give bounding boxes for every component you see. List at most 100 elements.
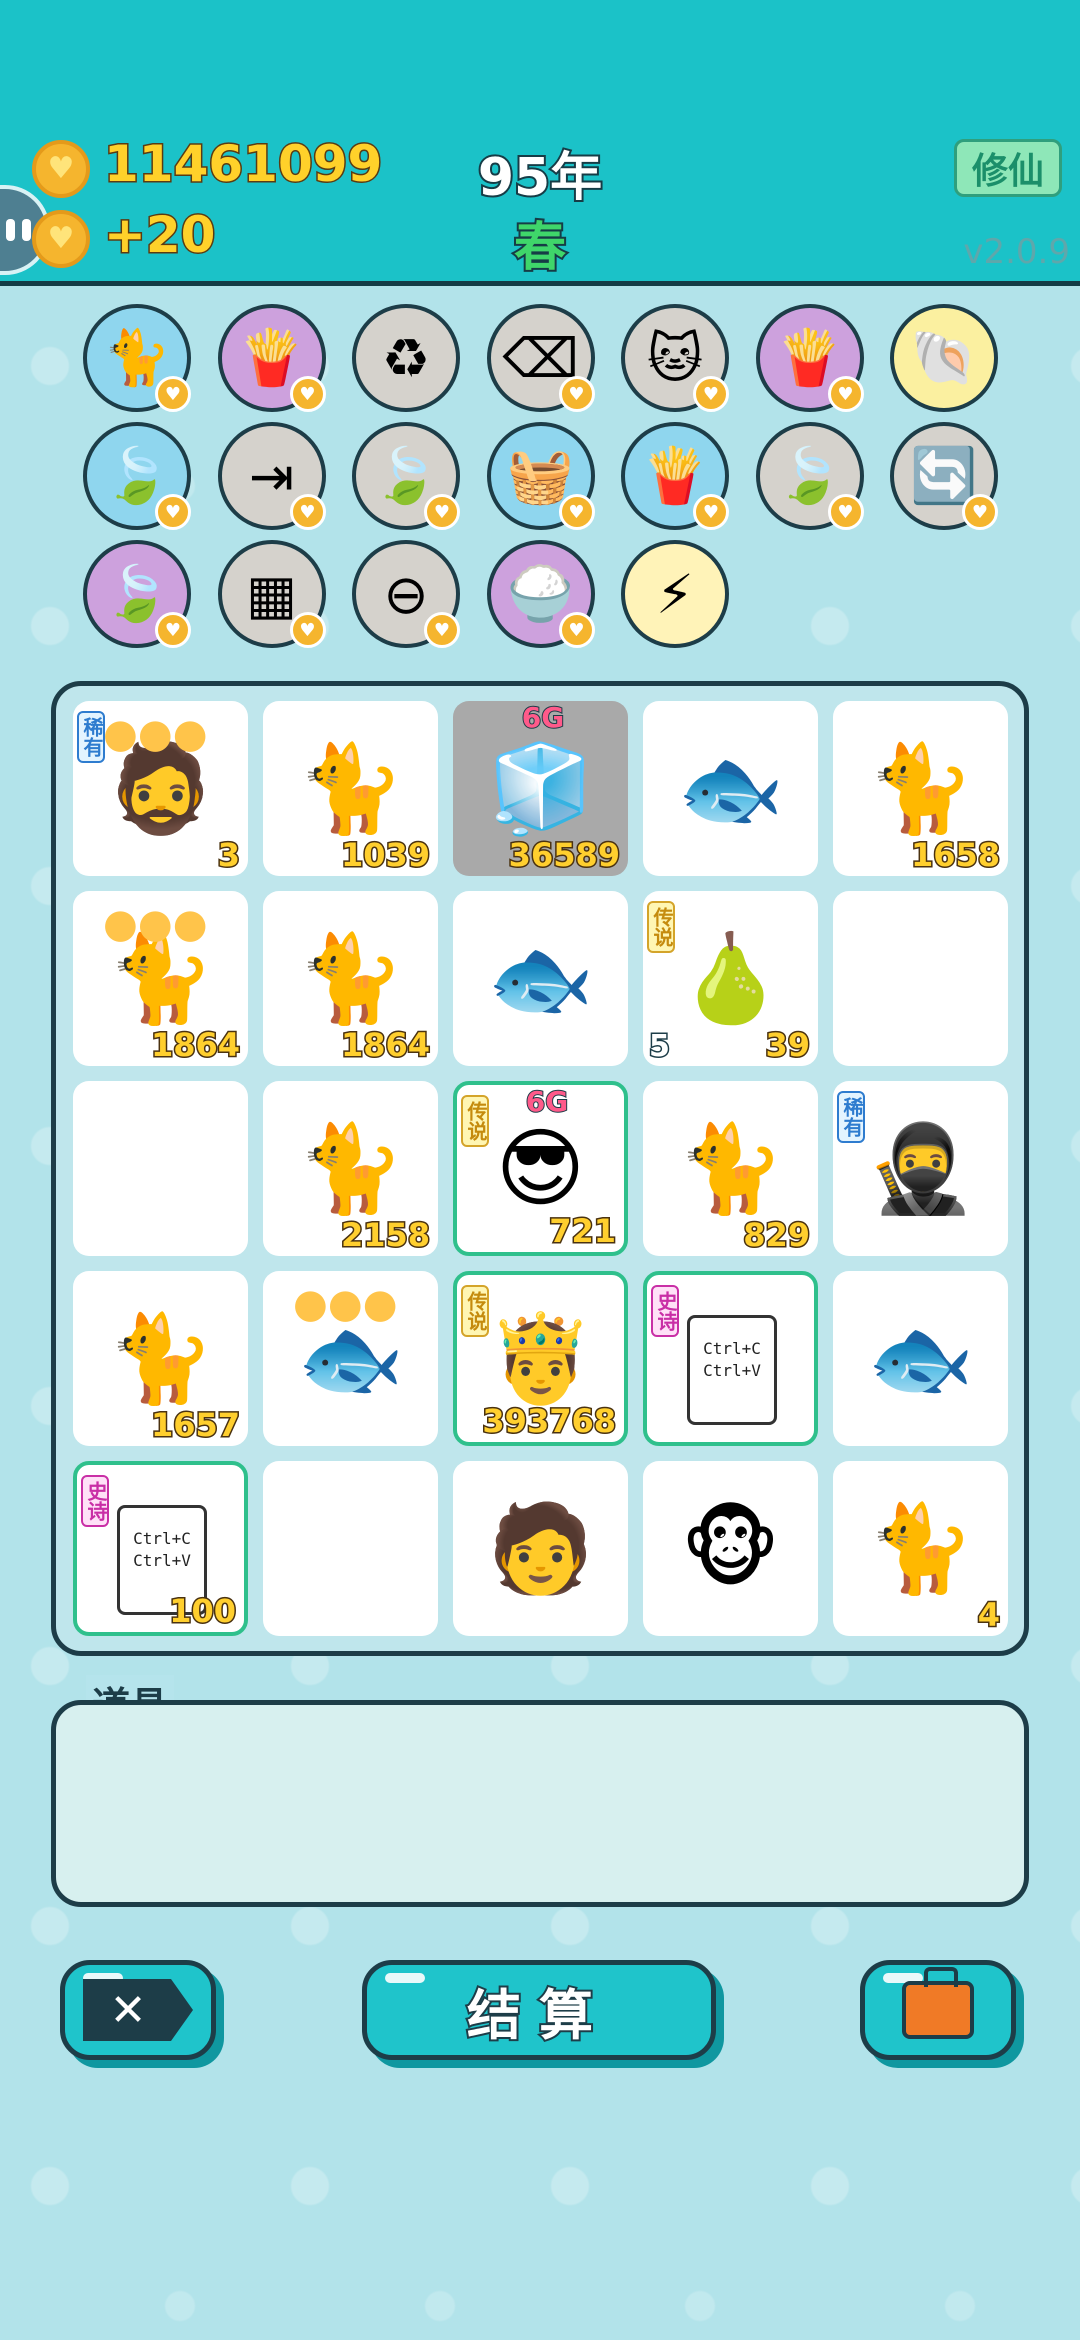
- skill-cat-button[interactable]: 🐈 ♥: [83, 304, 191, 412]
- coin-badge-icon: ♥: [289, 612, 326, 648]
- skill-minus-circle-button[interactable]: ⊖ ♥: [352, 540, 460, 648]
- cultivation-mode-button[interactable]: 修仙: [954, 139, 1062, 197]
- skill-twin-cats-button[interactable]: 🐱 ♥: [621, 304, 729, 412]
- coin-burst-icon: ●●●: [103, 711, 208, 757]
- cell-value: 1864: [339, 1025, 431, 1066]
- settle-label: 结算: [465, 1982, 611, 2049]
- fish-icon: 🐟: [486, 929, 595, 1029]
- delete-button[interactable]: ✕: [60, 1960, 216, 2060]
- coin-badge-icon: ♥: [962, 494, 998, 530]
- skill-rice-bowl-button[interactable]: 🍚 ♥: [486, 540, 595, 648]
- skip-icon: ⇥: [248, 444, 295, 508]
- version-label: v2.0.9: [963, 232, 1070, 272]
- skill-fries-button[interactable]: 🍟 ♥: [755, 304, 864, 412]
- year-display: 95年: [476, 146, 604, 210]
- skill-skip-button[interactable]: ⇥ ♥: [217, 422, 326, 530]
- inventory-button[interactable]: [860, 1960, 1016, 2060]
- board-cell-fish[interactable]: 🐟: [643, 701, 818, 876]
- coin-badge-icon: ♥: [155, 376, 191, 412]
- coin-icon: ♥: [32, 210, 90, 268]
- board-cell-empty[interactable]: [73, 1081, 248, 1256]
- board-cell-cat[interactable]: 🐈 4: [833, 1461, 1008, 1636]
- coin-badge-icon: ♥: [558, 376, 595, 412]
- skill-leaf-button[interactable]: 🍃 ♥: [83, 540, 191, 648]
- board-cell-legend-pear[interactable]: 🍐 传说 39 5: [643, 891, 818, 1066]
- network-tag: 6G: [525, 1085, 569, 1119]
- rarity-tag: 传说: [461, 1285, 489, 1337]
- skill-leaf-button[interactable]: 🍃 ♥: [755, 422, 864, 530]
- fish-icon: 🐟: [866, 1309, 975, 1409]
- coin-badge-icon: ♥: [558, 612, 595, 648]
- board-cell-legend-sunglasses-man[interactable]: 😎 传说 6G 721: [453, 1081, 628, 1256]
- skill-fruit-basket-button[interactable]: 🧺 ♥: [486, 422, 595, 530]
- coin-badge-icon: ♥: [693, 376, 729, 412]
- cell-value: 1657: [149, 1405, 241, 1446]
- skill-fries-button[interactable]: 🍟 ♥: [621, 422, 729, 530]
- board-cell-rare-thug[interactable]: 🧔 ●●● 稀有 3: [73, 701, 248, 876]
- cell-value: 100: [168, 1591, 238, 1632]
- money-total: 11461099: [102, 134, 383, 195]
- cell-value: 36589: [507, 835, 621, 876]
- coin-badge-icon: ♥: [827, 494, 864, 530]
- board-cell-epic-copy-paste[interactable]: Ctrl+C Ctrl+V 史诗: [643, 1271, 818, 1446]
- delete-icon: ✕: [83, 1979, 193, 2041]
- coin-badge-icon: ♥: [155, 612, 191, 648]
- income-rate: +20: [102, 205, 216, 266]
- board-cell-cat-coins[interactable]: 🐈 ●●● 1864: [73, 891, 248, 1066]
- board-cell-fish[interactable]: 🐟: [833, 1271, 1008, 1446]
- coin-badge-icon: ♥: [289, 494, 326, 530]
- skill-sugar-cubes-button[interactable]: ▦ ♥: [217, 540, 326, 648]
- coin-burst-icon: ●●●: [293, 1281, 398, 1327]
- skill-leaf-button[interactable]: 🍃 ♥: [352, 422, 460, 530]
- board-cell-cat[interactable]: 🐈 1864: [263, 891, 438, 1066]
- rarity-tag: 史诗: [651, 1285, 679, 1337]
- board-cell-epic-copy-paste[interactable]: Ctrl+C Ctrl+V 史诗 100: [73, 1461, 248, 1636]
- board-cell-cat[interactable]: 🐈 829: [643, 1081, 818, 1256]
- board-cell-empty[interactable]: [263, 1461, 438, 1636]
- paste-text: Ctrl+V: [703, 1361, 761, 1380]
- board-cell-cat-coin[interactable]: 🐈 1657: [73, 1271, 248, 1446]
- props-panel: [51, 1700, 1029, 1907]
- board-cell-legend-gold-king[interactable]: 🤴 传说 393768: [453, 1271, 628, 1446]
- button-shine: [385, 1973, 425, 1983]
- sugar-cubes-icon: ▦: [245, 562, 298, 626]
- season-display: 春: [512, 216, 568, 280]
- coin-badge-icon: ♥: [424, 494, 460, 530]
- board-cell-monkey[interactable]: 🐵: [643, 1461, 818, 1636]
- board-cell-fish[interactable]: 🐟: [453, 891, 628, 1066]
- board-cell-fish-coins[interactable]: 🐟 ●●●: [263, 1271, 438, 1446]
- coin-badge-icon: ♥: [424, 612, 460, 648]
- board-cell-fridge[interactable]: 🧊 6G 36589: [453, 701, 628, 876]
- skill-panel: 🐈 ♥ 🍟 ♥ ♻ ⌫ ♥ 🐱 ♥ 🍟 ♥ 🐚 🍃 ♥ ⇥ ♥ 🍃 ♥ 🧺 ♥ 🍟 ♥ 🍃 ♥ 🔄 ♥ 🍃 ♥ ▦ ♥ ⊖ ♥ 🍚 ♥ ⚡: [0, 300, 1080, 660]
- board-cell-rare-thief[interactable]: 🥷 稀有: [833, 1081, 1008, 1256]
- side-tab-eye: [6, 219, 15, 241]
- bucket-hat-man-icon: 🧑: [486, 1499, 595, 1599]
- skill-delete-tag-button[interactable]: ⌫ ♥: [486, 304, 595, 412]
- coin-icon: ♥: [32, 140, 90, 198]
- skill-recycle-button[interactable]: ♻: [352, 304, 460, 412]
- board-cell-cat[interactable]: 🐈 2158: [263, 1081, 438, 1256]
- settle-button[interactable]: 结算: [362, 1960, 716, 2060]
- copy-text: Ctrl+C: [703, 1339, 761, 1358]
- top-bar: ♥ 11461099 ♥ +20 95年 春 修仙 v2.0.9: [0, 0, 1080, 286]
- skill-shell-button[interactable]: 🐚: [890, 304, 998, 412]
- skill-leaf-button[interactable]: 🍃 ♥: [83, 422, 191, 530]
- rarity-tag: 史诗: [81, 1475, 109, 1527]
- skill-lightning-button[interactable]: ⚡: [621, 540, 729, 648]
- game-board: 🧔 ●●● 稀有 3 🐈 1039 🧊 6G 36589 🐟 🐈 1658 🐈 ●●● 1864 🐈 1864 🐟…: [51, 681, 1029, 1656]
- board-cell-bucket-hat-man[interactable]: 🧑: [453, 1461, 628, 1636]
- monkey-icon: 🐵: [680, 1498, 781, 1599]
- copy-text: Ctrl+C: [133, 1529, 191, 1548]
- board-cell-cat-black-face[interactable]: 🐈 1039: [263, 701, 438, 876]
- coin-burst-icon: ●●●: [103, 901, 208, 947]
- recycle-icon: ♻: [381, 326, 431, 390]
- coin-badge-icon: ♥: [827, 376, 864, 412]
- rarity-tag: 传说: [647, 901, 675, 953]
- shell-icon: 🐚: [910, 326, 978, 389]
- board-cell-empty[interactable]: [833, 891, 1008, 1066]
- skill-fries-button[interactable]: 🍟 ♥: [217, 304, 326, 412]
- cell-value: 39: [764, 1025, 812, 1066]
- copy-paste-card-icon: Ctrl+C Ctrl+V: [687, 1315, 777, 1425]
- skill-refresh-button[interactable]: 🔄 ♥: [890, 422, 998, 530]
- board-cell-cat[interactable]: 🐈 1658: [833, 701, 1008, 876]
